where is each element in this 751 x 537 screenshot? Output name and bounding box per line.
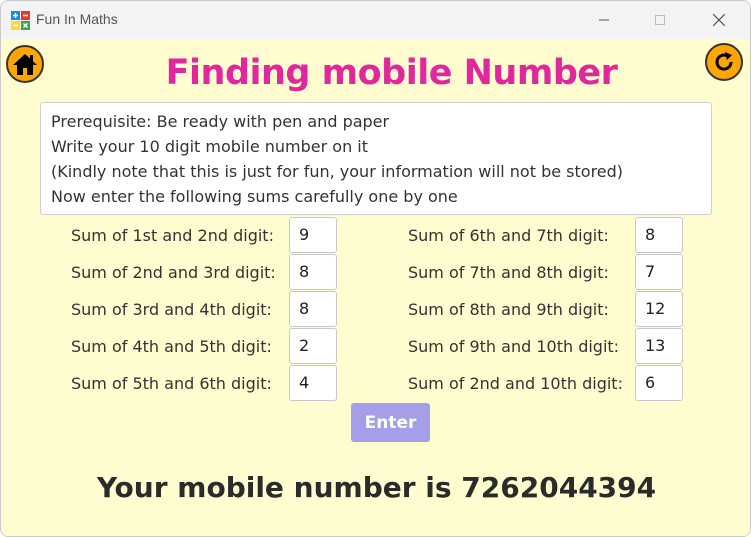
close-icon xyxy=(713,14,725,26)
sum-input-7-8[interactable]: 7 xyxy=(635,254,683,290)
enter-button[interactable]: Enter xyxy=(351,403,430,442)
sum-label-2-10: Sum of 2nd and 10th digit: xyxy=(408,374,623,393)
maximize-button[interactable] xyxy=(637,1,683,39)
sum-input-1-2[interactable]: 9 xyxy=(289,217,337,253)
sum-input-2-3[interactable]: 8 xyxy=(289,254,337,290)
math-operators-icon xyxy=(11,11,30,30)
sum-label-2-3: Sum of 2nd and 3rd digit: xyxy=(71,263,276,282)
sum-input-4-5[interactable]: 2 xyxy=(289,328,337,364)
close-button[interactable] xyxy=(696,1,742,39)
result-text: Your mobile number is 7262044394 xyxy=(96,471,657,504)
sum-label-9-10: Sum of 9th and 10th digit: xyxy=(408,337,620,356)
sum-input-3-4[interactable]: 8 xyxy=(289,291,337,327)
sum-label-7-8: Sum of 7th and 8th digit: xyxy=(408,263,609,282)
instruction-line: Write your 10 digit mobile number on it xyxy=(51,137,369,156)
sum-label-8-9: Sum of 8th and 9th digit: xyxy=(408,300,609,319)
instruction-line: Prerequisite: Be ready with pen and pape… xyxy=(51,112,390,131)
sum-label-3-4: Sum of 3rd and 4th digit: xyxy=(71,300,272,319)
sum-label-1-2: Sum of 1st and 2nd digit: xyxy=(71,226,274,245)
title-bar: Fun In Maths xyxy=(1,1,750,39)
refresh-icon xyxy=(715,52,733,71)
sum-input-9-10[interactable]: 13 xyxy=(635,328,683,364)
maximize-icon xyxy=(655,15,665,25)
page-title: Finding mobile Number xyxy=(165,53,618,93)
sum-label-4-5: Sum of 4th and 5th digit: xyxy=(71,337,272,356)
sum-label-6-7: Sum of 6th and 7th digit: xyxy=(408,226,609,245)
instruction-line: (Kindly note that this is just for fun, … xyxy=(51,162,624,181)
sum-input-2-10[interactable]: 6 xyxy=(635,365,683,401)
refresh-button[interactable] xyxy=(705,43,743,81)
sum-input-8-9[interactable]: 12 xyxy=(635,291,683,327)
sum-input-5-6[interactable]: 4 xyxy=(289,365,337,401)
instructions-box: Prerequisite: Be ready with pen and pape… xyxy=(40,102,712,215)
minimize-button[interactable] xyxy=(581,1,627,39)
sum-input-6-7[interactable]: 8 xyxy=(635,217,683,253)
app-window: Fun In Maths Finding mobile Number Prere xyxy=(0,0,751,537)
main-content: Finding mobile Number Prerequisite: Be r… xyxy=(1,39,750,536)
minimize-icon xyxy=(599,19,609,21)
window-title: Fun In Maths xyxy=(36,11,118,27)
sum-label-5-6: Sum of 5th and 6th digit: xyxy=(71,374,272,393)
instruction-line: Now enter the following sums carefully o… xyxy=(51,187,458,206)
